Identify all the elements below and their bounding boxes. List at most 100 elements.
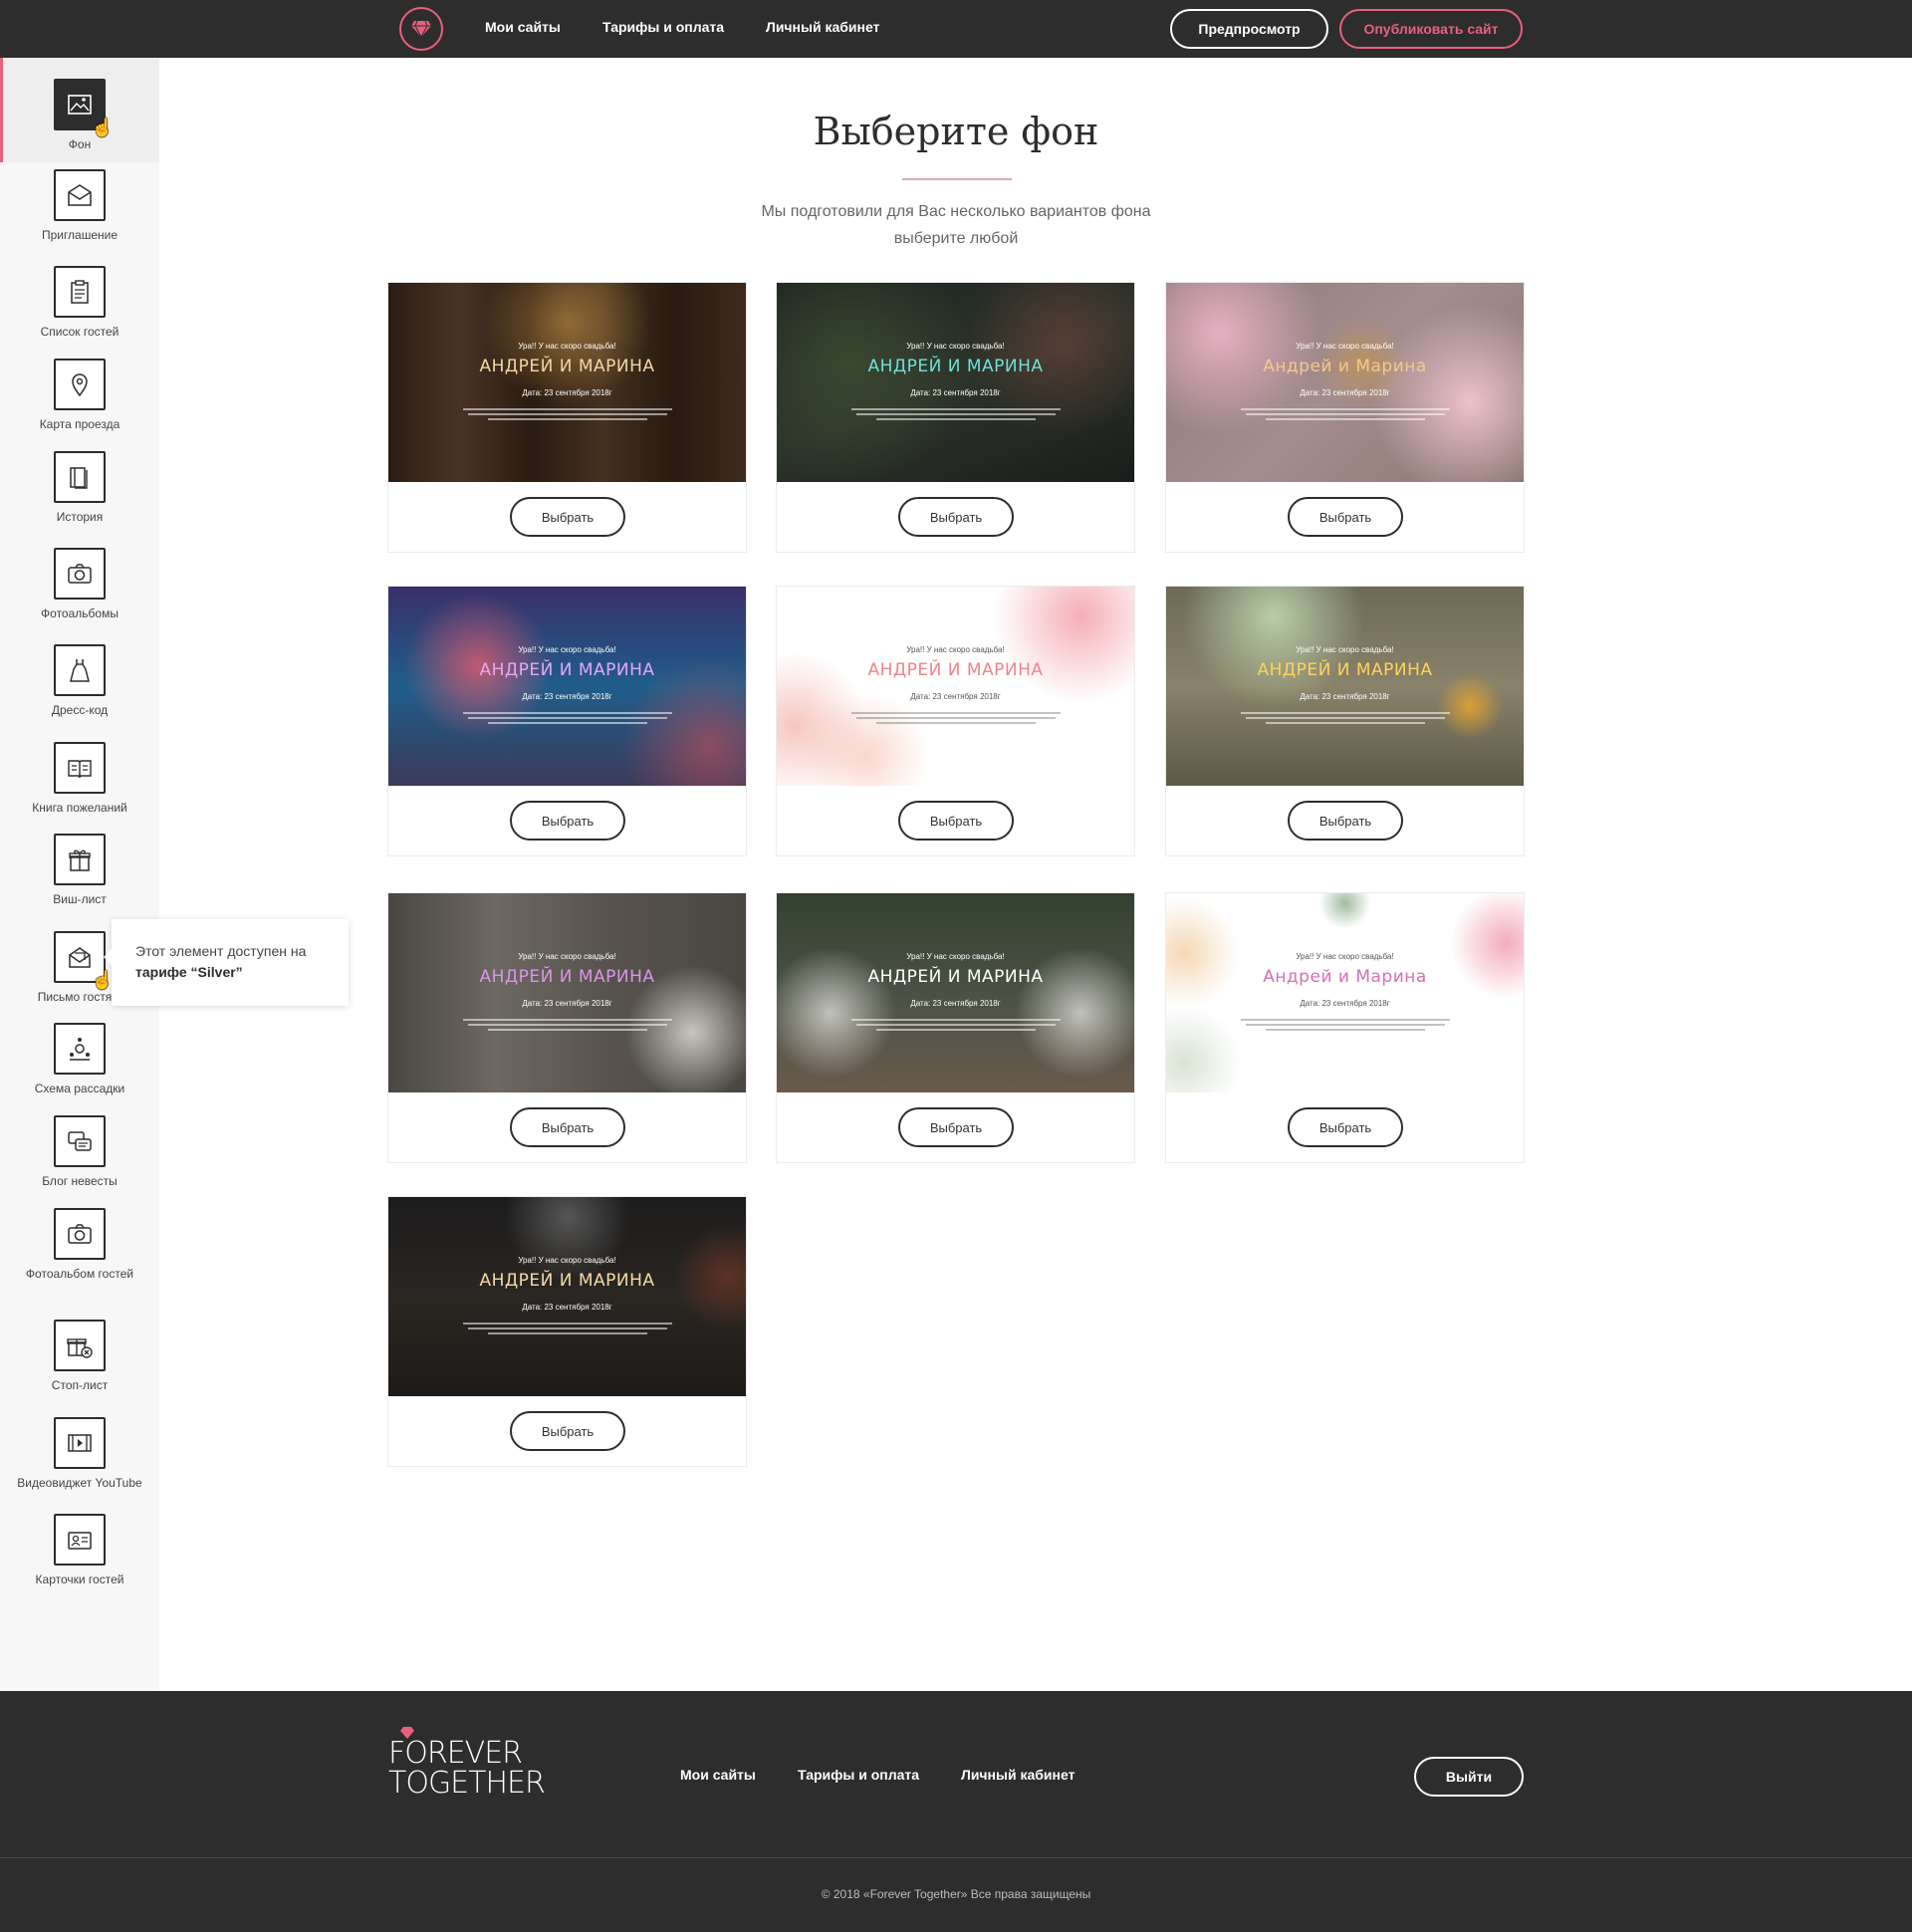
preview-date: Дата: 23 сентября 2018г (522, 999, 612, 1008)
nav-pricing[interactable]: Тарифы и оплата (602, 19, 724, 35)
sidebar-item[interactable]: Дресс-код (0, 629, 159, 719)
tooltip-plan: тарифе “Silver” (135, 964, 243, 980)
footer-logo[interactable]: FOREVER TOGETHER (388, 1727, 546, 1814)
choose-button[interactable]: Выбрать (510, 1107, 625, 1147)
background-card[interactable]: Ура!! У нас скоро свадьба! АНДРЕЙ И МАРИН… (776, 282, 1135, 553)
preview-greeting: Ура!! У нас скоро свадьба! (906, 952, 1005, 961)
background-card[interactable]: Ура!! У нас скоро свадьба! АНДРЕЙ И МАРИН… (776, 586, 1135, 856)
preview-date: Дата: 23 сентября 2018г (1300, 388, 1390, 397)
preview-names: АНДРЕЙ И МАРИНА (867, 357, 1044, 376)
preview-body-text (462, 1016, 672, 1034)
background-preview[interactable]: Ура!! У нас скоро свадьба! АНДРЕЙ И МАРИН… (777, 893, 1134, 1092)
copyright: © 2018 «Forever Together» Все права защи… (821, 1887, 1091, 1901)
background-preview[interactable]: Ура!! У нас скоро свадьба! АНДРЕЙ И МАРИН… (777, 283, 1134, 482)
nav-account[interactable]: Личный кабинет (766, 19, 879, 35)
background-preview[interactable]: Ура!! У нас скоро свадьба! Андрей и Марин… (1166, 893, 1524, 1092)
preview-body-text (850, 405, 1061, 423)
background-preview[interactable]: Ура!! У нас скоро свадьба! АНДРЕЙ И МАРИН… (388, 587, 746, 786)
preview-names: Андрей и Марина (1263, 357, 1427, 376)
footer-nav-my-sites[interactable]: Мои сайты (680, 1767, 756, 1783)
sidebar-item[interactable]: Фотоальбомы (0, 533, 159, 622)
background-preview[interactable]: Ура!! У нас скоро свадьба! АНДРЕЙ И МАРИН… (388, 893, 746, 1092)
publish-button[interactable]: Опубликовать сайт (1339, 9, 1523, 49)
preview-greeting: Ура!! У нас скоро свадьба! (518, 342, 616, 351)
sidebar-item-label: Карта проезда (39, 417, 120, 431)
choose-button[interactable]: Выбрать (898, 497, 1014, 537)
preview-body-text (850, 1016, 1061, 1034)
preview-names: АНДРЕЙ И МАРИНА (479, 1271, 655, 1291)
background-card[interactable]: Ура!! У нас скоро свадьба! АНДРЕЙ И МАРИН… (387, 1196, 747, 1467)
sidebar-item-label: Карточки гостей (35, 1572, 124, 1586)
choose-button[interactable]: Выбрать (510, 497, 625, 537)
preview-body-text (462, 1320, 672, 1337)
sidebar-item[interactable]: Карта проезда (0, 344, 159, 433)
choose-button[interactable]: Выбрать (898, 1107, 1014, 1147)
preview-date: Дата: 23 сентября 2018г (522, 1303, 612, 1312)
preview-button[interactable]: Предпросмотр (1170, 9, 1328, 49)
sidebar-item[interactable]: Схема рассадки (0, 1008, 159, 1097)
top-header: Мои сайты Тарифы и оплата Личный кабинет… (0, 0, 1912, 58)
seating-icon (54, 1023, 106, 1075)
clipboard-icon (54, 266, 106, 318)
background-card[interactable]: Ура!! У нас скоро свадьба! АНДРЕЙ И МАРИН… (387, 892, 747, 1163)
preview-date: Дата: 23 сентября 2018г (910, 999, 1001, 1008)
choose-button[interactable]: Выбрать (1288, 1107, 1403, 1147)
background-card[interactable]: Ура!! У нас скоро свадьба! АНДРЕЙ И МАРИН… (387, 586, 747, 856)
footer-nav-account[interactable]: Личный кабинет (961, 1767, 1075, 1783)
logo-diamond-icon[interactable] (399, 7, 443, 51)
gift-cancel-icon (54, 1320, 106, 1371)
sidebar-item[interactable]: Стоп-лист (0, 1305, 159, 1394)
plan-tooltip: Этот элемент доступен на тарифе “Silver” (104, 919, 349, 1006)
choose-button[interactable]: Выбрать (1288, 801, 1403, 841)
choose-button[interactable]: Выбрать (898, 801, 1014, 841)
preview-body-text (1240, 709, 1450, 727)
logout-button[interactable]: Выйти (1414, 1757, 1524, 1797)
preview-body-text (1240, 405, 1450, 423)
background-preview[interactable]: Ура!! У нас скоро свадьба! Андрей и Марин… (1166, 283, 1524, 482)
background-card[interactable]: Ура!! У нас скоро свадьба! АНДРЕЙ И МАРИН… (776, 892, 1135, 1163)
background-card[interactable]: Ура!! У нас скоро свадьба! АНДРЕЙ И МАРИН… (1165, 586, 1525, 856)
sidebar-item[interactable]: Карточки гостей (0, 1499, 159, 1598)
map-pin-icon (54, 359, 106, 410)
preview-names: АНДРЕЙ И МАРИНА (479, 357, 655, 376)
sidebar-item[interactable]: Список гостей (0, 251, 159, 341)
sidebar-item-label: Блог невесты (42, 1174, 118, 1188)
background-card[interactable]: Ура!! У нас скоро свадьба! Андрей и Марин… (1165, 282, 1525, 553)
footer-nav-pricing[interactable]: Тарифы и оплата (798, 1767, 919, 1783)
background-card[interactable]: Ура!! У нас скоро свадьба! АНДРЕЙ И МАРИН… (387, 282, 747, 553)
sidebar-item[interactable]: Виш-лист (0, 819, 159, 908)
preview-body-text (1240, 1016, 1450, 1034)
letter-icon: ☝ (54, 931, 114, 990)
chat-icon (54, 1115, 106, 1167)
preview-date: Дата: 23 сентября 2018г (522, 692, 612, 701)
sidebar-item[interactable]: Фотоальбом гостей (0, 1193, 159, 1303)
sidebar-item[interactable]: Книга пожеланий (0, 727, 159, 825)
tooltip-text: Этот элемент доступен на (135, 943, 307, 959)
choose-button[interactable]: Выбрать (510, 1411, 625, 1451)
background-preview[interactable]: Ура!! У нас скоро свадьба! АНДРЕЙ И МАРИН… (388, 283, 746, 482)
nav-my-sites[interactable]: Мои сайты (485, 19, 561, 35)
background-preview[interactable]: Ура!! У нас скоро свадьба! АНДРЕЙ И МАРИН… (777, 587, 1134, 786)
preview-names: АНДРЕЙ И МАРИНА (479, 967, 655, 987)
background-card[interactable]: Ура!! У нас скоро свадьба! Андрей и Марин… (1165, 892, 1525, 1163)
preview-date: Дата: 23 сентября 2018г (1300, 692, 1390, 701)
sidebar-item[interactable]: Видеовиджет YouTube (0, 1402, 159, 1512)
sidebar-item-label: Список гостей (40, 325, 120, 339)
sidebar-item[interactable]: История (0, 436, 159, 526)
preview-date: Дата: 23 сентября 2018г (910, 692, 1001, 701)
footer-logo-line-1: FOREVER (388, 1736, 523, 1771)
sidebar-item[interactable]: Блог невесты (0, 1100, 159, 1190)
subtitle-line-1: Мы подготовили для Вас несколько вариант… (761, 203, 1151, 220)
preview-date: Дата: 23 сентября 2018г (522, 388, 612, 397)
preview-body-text (462, 709, 672, 727)
background-preview[interactable]: Ура!! У нас скоро свадьба! АНДРЕЙ И МАРИН… (1166, 587, 1524, 786)
sidebar-item[interactable]: Приглашение (0, 154, 159, 244)
choose-button[interactable]: Выбрать (510, 801, 625, 841)
sidebar-item-label: Видеовиджет YouTube (17, 1476, 142, 1490)
preview-date: Дата: 23 сентября 2018г (1300, 999, 1390, 1008)
choose-button[interactable]: Выбрать (1288, 497, 1403, 537)
preview-body-text (850, 709, 1061, 727)
background-preview[interactable]: Ура!! У нас скоро свадьба! АНДРЕЙ И МАРИН… (388, 1197, 746, 1396)
preview-greeting: Ура!! У нас скоро свадьба! (906, 645, 1005, 654)
footer-logo-line-2: TOGETHER (388, 1766, 546, 1801)
